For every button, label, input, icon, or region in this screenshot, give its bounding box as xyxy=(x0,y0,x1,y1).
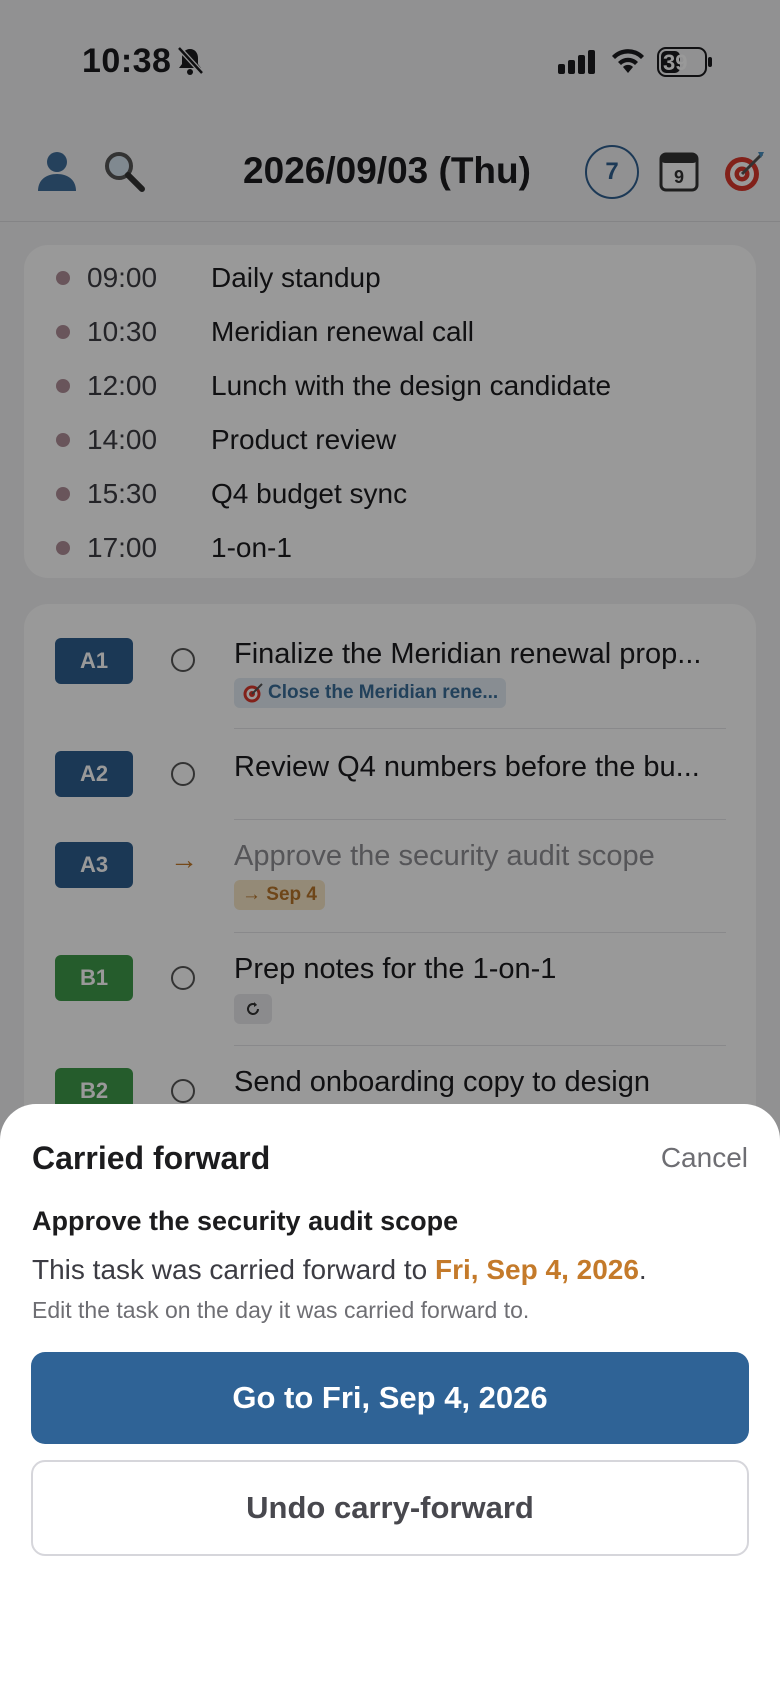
message-prefix: This task was carried forward to xyxy=(32,1254,436,1285)
message-suffix: . xyxy=(638,1254,647,1285)
undo-carry-forward-button[interactable]: Undo carry-forward xyxy=(31,1460,749,1556)
sheet-message: This task was carried forward to Fri, Se… xyxy=(32,1254,647,1286)
sheet-hint: Edit the task on the day it was carried … xyxy=(32,1297,530,1323)
sheet-title: Carried forward xyxy=(32,1140,271,1176)
sheet-task-name: Approve the security audit scope xyxy=(32,1206,459,1236)
cancel-button[interactable]: Cancel xyxy=(661,1142,748,1174)
carried-forward-sheet: Carried forward Cancel Approve the secur… xyxy=(0,1104,780,1695)
go-to-date-button[interactable]: Go to Fri, Sep 4, 2026 xyxy=(31,1352,749,1444)
message-date: Fri, Sep 4, 2026 xyxy=(435,1254,639,1285)
